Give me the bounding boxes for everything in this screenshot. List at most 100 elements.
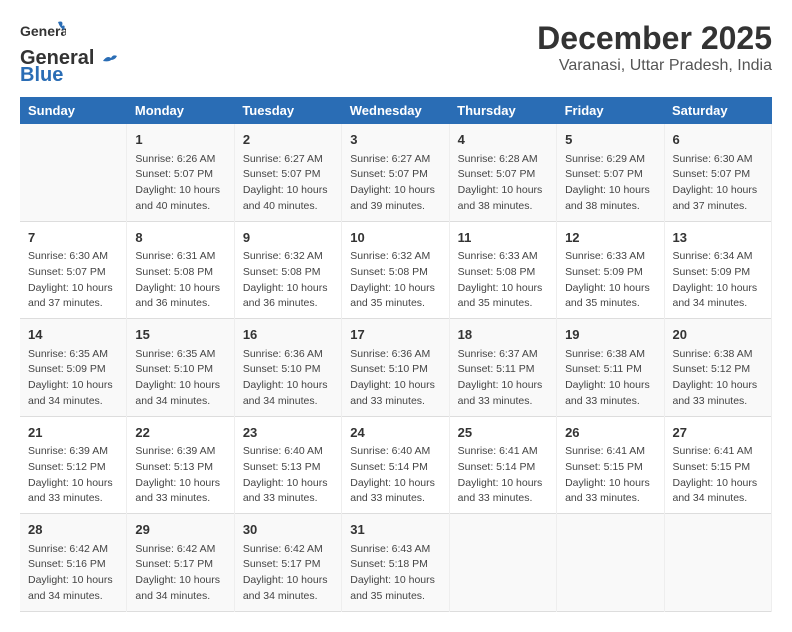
calendar-cell: 31Sunrise: 6:43 AMSunset: 5:18 PMDayligh… <box>342 514 449 612</box>
cell-info-line: Sunrise: 6:40 AM <box>243 444 333 460</box>
cell-info-line: and 33 minutes. <box>673 394 764 410</box>
cell-info-line: Sunrise: 6:29 AM <box>565 152 655 168</box>
cell-info-line: Sunset: 5:15 PM <box>565 460 655 476</box>
calendar-week-1: 1Sunrise: 6:26 AMSunset: 5:07 PMDaylight… <box>20 124 772 221</box>
cell-info-line: Sunrise: 6:42 AM <box>135 542 225 558</box>
day-number: 14 <box>28 325 118 345</box>
cell-info-line: Sunset: 5:12 PM <box>673 362 764 378</box>
bird-icon <box>101 53 119 65</box>
cell-info-line: Sunset: 5:08 PM <box>243 265 333 281</box>
cell-info-line: Sunset: 5:10 PM <box>350 362 440 378</box>
cell-info-line: Sunrise: 6:37 AM <box>458 347 548 363</box>
cell-info-line: Sunrise: 6:32 AM <box>243 249 333 265</box>
day-number: 3 <box>350 130 440 150</box>
calendar-cell: 19Sunrise: 6:38 AMSunset: 5:11 PMDayligh… <box>557 319 664 417</box>
calendar-cell: 17Sunrise: 6:36 AMSunset: 5:10 PMDayligh… <box>342 319 449 417</box>
cell-info-line: Daylight: 10 hours <box>673 476 764 492</box>
cell-info-line: Sunset: 5:07 PM <box>243 167 333 183</box>
day-number: 28 <box>28 520 118 540</box>
cell-info-line: Sunset: 5:12 PM <box>28 460 118 476</box>
cell-info-line: Daylight: 10 hours <box>458 281 548 297</box>
day-number: 10 <box>350 228 440 248</box>
cell-info-line: and 33 minutes. <box>458 394 548 410</box>
cell-info-line: and 33 minutes. <box>350 394 440 410</box>
cell-info-line: Sunset: 5:08 PM <box>135 265 225 281</box>
day-number: 24 <box>350 423 440 443</box>
cell-info-line: Daylight: 10 hours <box>458 183 548 199</box>
cell-info-line: Sunset: 5:08 PM <box>350 265 440 281</box>
cell-info-line: Sunrise: 6:36 AM <box>350 347 440 363</box>
cell-info-line: Sunset: 5:11 PM <box>565 362 655 378</box>
calendar-cell <box>557 514 664 612</box>
cell-info-line: Sunset: 5:10 PM <box>135 362 225 378</box>
calendar-cell: 24Sunrise: 6:40 AMSunset: 5:14 PMDayligh… <box>342 416 449 514</box>
cell-info-line: and 33 minutes. <box>243 491 333 507</box>
day-number: 13 <box>673 228 764 248</box>
cell-info-line: and 33 minutes. <box>350 491 440 507</box>
day-number: 9 <box>243 228 333 248</box>
day-number: 1 <box>135 130 225 150</box>
cell-info-line: Sunset: 5:07 PM <box>135 167 225 183</box>
day-number: 11 <box>458 228 548 248</box>
cell-info-line: Daylight: 10 hours <box>565 378 655 394</box>
cell-info-line: Daylight: 10 hours <box>350 573 440 589</box>
calendar-cell: 8Sunrise: 6:31 AMSunset: 5:08 PMDaylight… <box>127 221 234 319</box>
cell-info-line: Sunrise: 6:33 AM <box>458 249 548 265</box>
calendar-cell: 16Sunrise: 6:36 AMSunset: 5:10 PMDayligh… <box>234 319 341 417</box>
day-number: 2 <box>243 130 333 150</box>
cell-info-line: and 33 minutes. <box>135 491 225 507</box>
cell-info-line: Daylight: 10 hours <box>673 281 764 297</box>
calendar-cell: 30Sunrise: 6:42 AMSunset: 5:17 PMDayligh… <box>234 514 341 612</box>
cell-info-line: Sunrise: 6:35 AM <box>135 347 225 363</box>
weekday-header-friday: Friday <box>557 97 664 124</box>
cell-info-line: and 35 minutes. <box>458 296 548 312</box>
day-number: 30 <box>243 520 333 540</box>
cell-info-line: Sunset: 5:15 PM <box>673 460 764 476</box>
weekday-header-saturday: Saturday <box>664 97 772 124</box>
day-number: 22 <box>135 423 225 443</box>
calendar-cell: 4Sunrise: 6:28 AMSunset: 5:07 PMDaylight… <box>449 124 556 221</box>
day-number: 23 <box>243 423 333 443</box>
logo-icon: General <box>20 20 66 56</box>
cell-info-line: Sunset: 5:10 PM <box>243 362 333 378</box>
cell-info-line: Sunrise: 6:27 AM <box>243 152 333 168</box>
cell-info-line: and 38 minutes. <box>458 199 548 215</box>
day-number: 8 <box>135 228 225 248</box>
cell-info-line: Sunset: 5:07 PM <box>673 167 764 183</box>
calendar-week-4: 21Sunrise: 6:39 AMSunset: 5:12 PMDayligh… <box>20 416 772 514</box>
calendar-cell <box>664 514 772 612</box>
day-number: 21 <box>28 423 118 443</box>
calendar-cell <box>449 514 556 612</box>
day-number: 15 <box>135 325 225 345</box>
cell-info-line: and 33 minutes. <box>565 394 655 410</box>
cell-info-line: and 36 minutes. <box>243 296 333 312</box>
page-header: General General Blue December 2025 Varan… <box>20 20 772 87</box>
day-number: 17 <box>350 325 440 345</box>
cell-info-line: Sunset: 5:17 PM <box>135 557 225 573</box>
weekday-header-sunday: Sunday <box>20 97 127 124</box>
cell-info-line: and 34 minutes. <box>673 296 764 312</box>
cell-info-line: Sunrise: 6:26 AM <box>135 152 225 168</box>
cell-info-line: and 39 minutes. <box>350 199 440 215</box>
calendar-cell: 22Sunrise: 6:39 AMSunset: 5:13 PMDayligh… <box>127 416 234 514</box>
cell-info-line: and 34 minutes. <box>135 394 225 410</box>
cell-info-line: Daylight: 10 hours <box>135 378 225 394</box>
cell-info-line: Sunrise: 6:27 AM <box>350 152 440 168</box>
cell-info-line: Sunrise: 6:33 AM <box>565 249 655 265</box>
cell-info-line: Daylight: 10 hours <box>350 183 440 199</box>
day-number: 4 <box>458 130 548 150</box>
cell-info-line: Sunset: 5:07 PM <box>28 265 118 281</box>
calendar-cell: 9Sunrise: 6:32 AMSunset: 5:08 PMDaylight… <box>234 221 341 319</box>
cell-info-line: Sunset: 5:07 PM <box>458 167 548 183</box>
cell-info-line: Sunrise: 6:38 AM <box>673 347 764 363</box>
cell-info-line: Sunrise: 6:31 AM <box>135 249 225 265</box>
cell-info-line: Daylight: 10 hours <box>565 281 655 297</box>
cell-info-line: and 34 minutes. <box>243 394 333 410</box>
cell-info-line: Sunset: 5:09 PM <box>28 362 118 378</box>
cell-info-line: Daylight: 10 hours <box>28 476 118 492</box>
cell-info-line: Sunrise: 6:36 AM <box>243 347 333 363</box>
title-area: December 2025 Varanasi, Uttar Pradesh, I… <box>537 20 772 75</box>
cell-info-line: Daylight: 10 hours <box>28 281 118 297</box>
cell-info-line: Sunrise: 6:41 AM <box>458 444 548 460</box>
cell-info-line: Daylight: 10 hours <box>243 183 333 199</box>
